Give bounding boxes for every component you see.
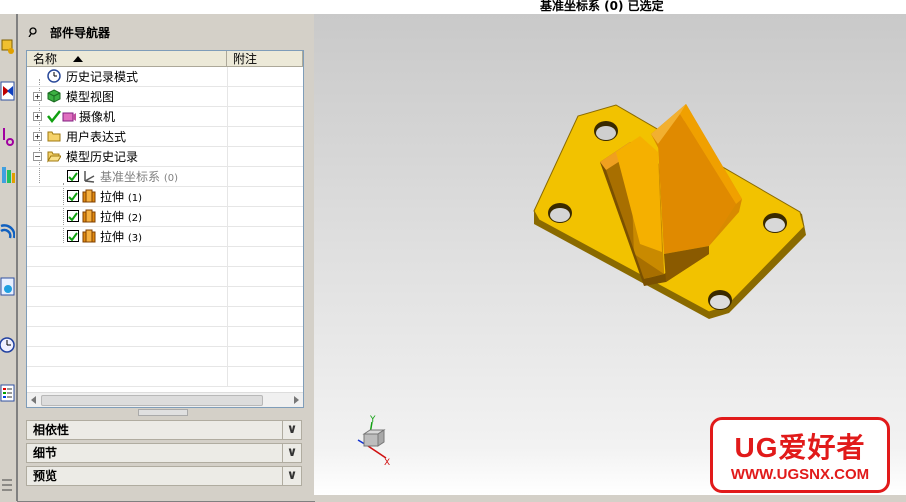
clock-icon [47,69,61,83]
tree-row-label: 拉伸 (2) [100,210,143,224]
extrude-icon [82,229,96,243]
tree-row-label: 模型历史记录 [66,150,139,164]
part-tree[interactable]: 名称 附注 历史记录模式 + 模型视图 + 摄像机 + 用户表达式 − 模型历史… [26,50,304,408]
folder-open-icon [47,151,61,163]
tree-row-datum-csys[interactable]: 基准坐标系 (0) [27,167,303,187]
checkmark-icon [47,110,61,123]
empty-row [27,347,303,367]
tree-row-user-expressions[interactable]: + 用户表达式 [27,127,303,147]
horizontal-scrollbar[interactable] [27,392,303,407]
expand-toggle[interactable]: + [33,132,42,141]
empty-row [27,367,303,387]
scroll-left-icon[interactable] [29,393,39,407]
tree-row-label: 模型视图 [66,90,115,104]
resource-tab-history[interactable] [0,276,15,298]
chevron-down-icon[interactable]: ∨ [282,467,301,485]
navigator-title-bar: 部件导航器 [28,22,110,42]
pin-icon[interactable] [28,27,38,37]
triad-x-label: X [384,458,391,468]
column-header-note[interactable]: 附注 [227,51,303,67]
tree-row-model-history[interactable]: − 模型历史记录 [27,147,303,167]
empty-row [27,247,303,267]
tree-row-label: 历史记录模式 [66,70,139,84]
feature-checkbox[interactable] [67,190,79,202]
chevron-down-icon[interactable]: ∨ [282,444,301,462]
panel-details[interactable]: 细节 ∨ [26,443,302,463]
bottom-strip [314,495,906,501]
column-header-name[interactable]: 名称 [27,51,227,67]
status-message: 基准坐标系 (0) 已选定 [540,0,664,13]
model-view-icon [47,89,61,103]
panel-preview[interactable]: 预览 ∨ [26,466,302,486]
tree-row-history-mode[interactable]: 历史记录模式 [27,67,303,87]
panel-dependencies[interactable]: 相依性 ∨ [26,420,302,440]
tree-row-extrude-1[interactable]: 拉伸 (1) [27,187,303,207]
resource-tab-part-navigator[interactable] [0,80,15,102]
tree-row-label: 摄像机 [79,110,116,124]
feature-checkbox[interactable] [67,170,79,182]
datum-csys-icon [84,171,95,183]
top-strip [0,0,906,14]
part-navigator-panel: 部件导航器 名称 附注 历史记录模式 + 模型视图 + 摄像机 + 用户表达式 … [17,14,315,502]
tree-row-label: 拉伸 (1) [100,190,143,204]
splitter-grip[interactable] [138,409,188,416]
folder-icon [47,131,61,142]
resource-tab-reuse-library[interactable] [0,126,15,148]
logo-text: UG爱好者 [734,432,866,463]
resource-tab-hd3d[interactable] [0,164,15,186]
tree-row-label: 拉伸 (3) [100,230,143,244]
resource-tab-roles[interactable] [0,382,15,404]
extrude-icon [82,209,96,223]
feature-checkbox[interactable] [67,230,79,242]
tree-row-extrude-3[interactable]: 拉伸 (3) [27,227,303,247]
sort-ascending-icon [73,56,83,62]
tree-row-cameras[interactable]: + 摄像机 [27,107,303,127]
extrude-icon [82,189,96,203]
empty-row [27,267,303,287]
feature-checkbox[interactable] [67,210,79,222]
chevron-down-icon[interactable]: ∨ [282,421,301,439]
logo-url: WWW.UGSNX.COM [730,466,870,483]
tree-row-label: 用户表达式 [66,130,127,144]
navigator-title: 部件导航器 [50,25,111,40]
empty-row [27,307,303,327]
expand-toggle[interactable]: + [33,92,42,101]
scroll-right-icon[interactable] [291,393,301,407]
empty-row [27,327,303,347]
tree-row-label: 基准坐标系 (0) [100,170,179,184]
camera-icon [62,112,76,122]
resource-tab-web-browser[interactable] [0,220,16,242]
resource-tab-assembly[interactable] [0,36,15,58]
scrollbar-thumb[interactable] [41,395,263,406]
resource-tab-clock[interactable] [0,334,15,356]
resource-bar [0,14,17,501]
tree-row-model-views[interactable]: + 模型视图 [27,87,303,107]
ugsnx-logo: UG爱好者 WWW.UGSNX.COM [710,417,890,493]
collapse-toggle[interactable]: − [33,152,42,161]
expand-toggle[interactable]: + [33,112,42,121]
triad-y-label: Y [370,415,376,425]
empty-row [27,287,303,307]
tree-row-extrude-2[interactable]: 拉伸 (2) [27,207,303,227]
resource-tab-extra[interactable] [0,474,15,496]
